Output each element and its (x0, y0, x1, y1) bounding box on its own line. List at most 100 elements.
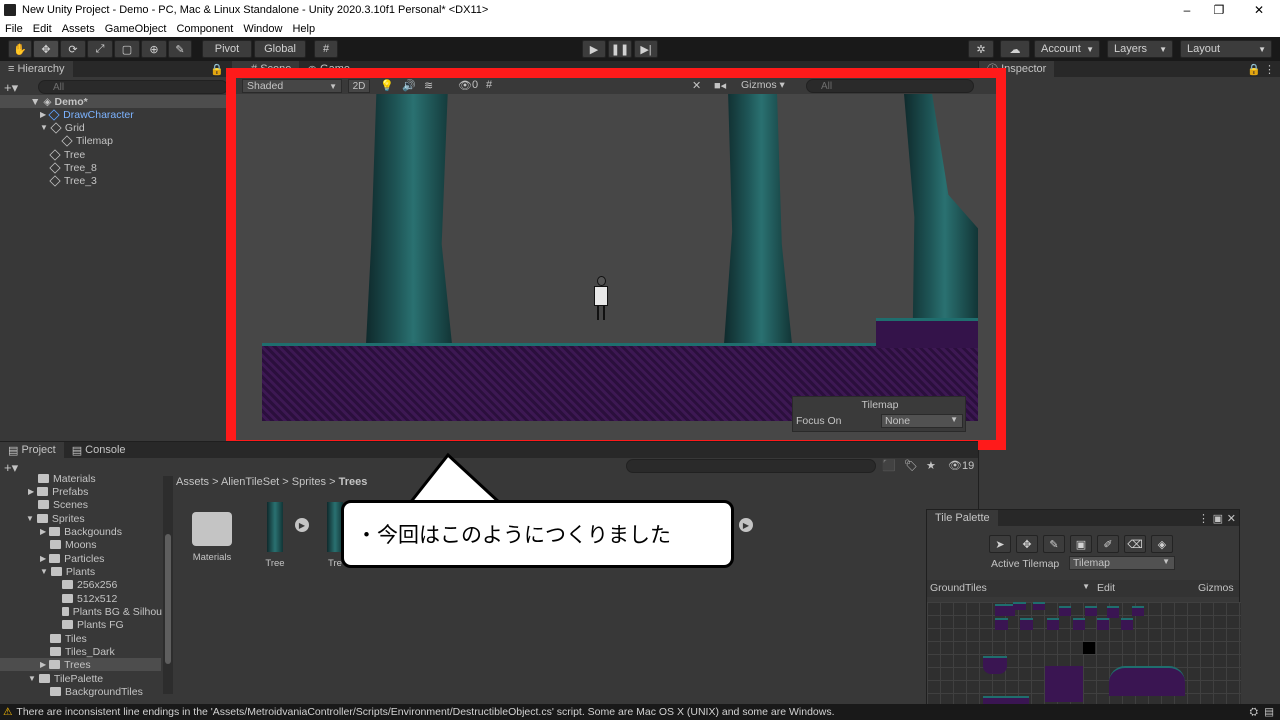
folder-row[interactable]: Moons (50, 538, 97, 551)
folder-row[interactable]: Tiles (50, 632, 87, 645)
palette-tile[interactable] (1045, 666, 1083, 702)
menu-edit[interactable]: Edit (28, 23, 57, 35)
palette-tile[interactable] (1097, 618, 1109, 630)
create-button[interactable]: +▾ (4, 80, 18, 96)
progress-icon[interactable]: ⛭ (1250, 706, 1258, 719)
palette-tile[interactable] (1047, 618, 1059, 630)
transform-tool-icon[interactable]: ⊕ (141, 40, 167, 58)
palette-tile[interactable] (1107, 606, 1119, 618)
hierarchy-item-tilemap[interactable]: Tilemap (0, 134, 113, 147)
scrollbar-thumb[interactable] (165, 534, 171, 664)
notification-icon[interactable]: ▤ (1264, 706, 1274, 718)
tab-project[interactable]: ▤ Project (0, 442, 64, 458)
palette-tile[interactable] (995, 604, 1015, 616)
folder-row[interactable]: ▶ Backgounds (40, 525, 122, 538)
layers-dropdown[interactable]: Layers ▼ (1107, 40, 1173, 58)
folder-row-selected[interactable]: ▶ Trees (0, 658, 161, 671)
maximize-button[interactable]: ❐ (1200, 0, 1238, 20)
palette-select-dropdown[interactable]: GroundTiles ▼ (930, 582, 1090, 594)
more-menu-icon[interactable]: ⋮ (1264, 63, 1275, 76)
scale-tool-icon[interactable]: ⤢ (87, 40, 113, 58)
account-dropdown[interactable]: Account ▼ (1034, 40, 1100, 58)
palette-tile[interactable] (1109, 666, 1185, 696)
folder-row[interactable]: Materials (38, 472, 96, 485)
move-tool-icon[interactable]: ✥ (33, 40, 59, 58)
breadcrumb-assets[interactable]: Assets (176, 476, 209, 488)
folder-row[interactable]: Tiles_Dark (50, 645, 115, 658)
folder-row[interactable]: ▶ Prefabs (28, 485, 88, 498)
palette-tile[interactable] (1013, 602, 1026, 610)
breadcrumb-trees[interactable]: Trees (339, 476, 368, 488)
tab-tile-palette[interactable]: Tile Palette (927, 510, 998, 526)
palette-tile[interactable] (1073, 618, 1085, 630)
maximize-icon[interactable]: ▣ (1213, 512, 1223, 525)
move-tool-icon[interactable]: ✥ (1016, 535, 1038, 553)
fill-tool-icon[interactable]: ◈ (1151, 535, 1173, 553)
palette-tile[interactable] (1132, 606, 1144, 616)
tab-console[interactable]: ▤ Console (64, 442, 134, 458)
hierarchy-item-tree[interactable]: Tree (0, 148, 85, 161)
hierarchy-item-tree-8[interactable]: Tree_8 (0, 161, 97, 174)
active-tilemap-dropdown[interactable]: Tilemap ▼ (1069, 556, 1175, 570)
hierarchy-item-tree-3[interactable]: Tree_3 (0, 174, 97, 187)
folder-row[interactable]: 512x512 (62, 592, 117, 605)
project-tree-scrollbar[interactable] (163, 476, 173, 694)
label-icon[interactable]: 🏷 (904, 459, 918, 472)
step-button[interactable]: ▶| (634, 40, 658, 58)
global-toggle[interactable]: Global (254, 40, 306, 58)
rect-tool-icon[interactable]: ▢ (114, 40, 140, 58)
asset-materials[interactable]: Materials (182, 502, 242, 563)
menu-component[interactable]: Component (171, 23, 238, 35)
rotate-tool-icon[interactable]: ⟳ (60, 40, 86, 58)
palette-gizmos-button[interactable]: Gizmos (1198, 582, 1234, 594)
brush-tool-icon[interactable]: ✎ (1043, 535, 1065, 553)
favorite-icon[interactable]: ★ (926, 459, 936, 472)
more-menu-icon[interactable]: ⋮ (1198, 512, 1209, 525)
palette-tile[interactable] (995, 618, 1008, 630)
menu-gameobject[interactable]: GameObject (100, 23, 172, 35)
palette-tile[interactable] (983, 656, 1007, 674)
close-icon[interactable]: ✕ (1227, 512, 1236, 525)
create-button[interactable]: +▾ (4, 460, 18, 476)
palette-tile[interactable] (1033, 602, 1045, 610)
palette-tile[interactable] (1020, 618, 1033, 630)
expand-sprite-icon[interactable]: ▶ (739, 518, 753, 532)
palette-tile[interactable] (1059, 606, 1071, 616)
menu-file[interactable]: File (0, 23, 28, 35)
palette-edit-button[interactable]: Edit (1097, 582, 1115, 594)
pause-button[interactable]: ❚❚ (608, 40, 632, 58)
hierarchy-item-drawcharacter[interactable]: ▶ DrawCharacter (0, 108, 134, 121)
project-search-input[interactable] (626, 459, 876, 473)
close-button[interactable]: ✕ (1240, 0, 1278, 20)
folder-row[interactable]: ▼ Sprites (26, 512, 85, 525)
hierarchy-scene-row[interactable]: ▼ ◈ Demo* (0, 95, 232, 108)
palette-tile[interactable] (1121, 618, 1133, 630)
collab-icon[interactable]: ✲ (968, 40, 994, 58)
breadcrumb-sprites[interactable]: Sprites (292, 476, 326, 488)
status-bar[interactable]: ⚠ There are inconsistent line endings in… (0, 704, 1280, 720)
palette-tile-grid[interactable] (927, 602, 1241, 720)
asset-tree[interactable]: Tree (245, 502, 305, 569)
cloud-icon[interactable]: ☁ (1000, 40, 1030, 58)
box-fill-tool-icon[interactable]: ▣ (1070, 535, 1092, 553)
folder-row[interactable]: ▶ Particles (40, 552, 104, 565)
menu-assets[interactable]: Assets (57, 23, 100, 35)
filter-type-icon[interactable]: ⬛ (882, 459, 896, 472)
folder-row[interactable]: ▼ TilePalette (28, 672, 103, 685)
folder-row[interactable]: ▼ Plants (40, 565, 95, 578)
hierarchy-item-grid[interactable]: ▼ Grid (0, 121, 85, 134)
lock-icon[interactable]: 🔒 (210, 63, 224, 76)
folder-row[interactable]: BackgroundTiles (50, 685, 143, 698)
breadcrumb-alientileset[interactable]: AlienTileSet (221, 476, 279, 488)
folder-row[interactable]: Scenes (38, 498, 88, 511)
folder-row[interactable]: Plants FG (62, 618, 124, 631)
layout-dropdown[interactable]: Layout ▼ (1180, 40, 1272, 58)
play-button[interactable]: ▶ (582, 40, 606, 58)
picker-tool-icon[interactable]: ✐ (1097, 535, 1119, 553)
grid-snap-icon[interactable]: # (314, 40, 338, 58)
hierarchy-search-input[interactable]: All (38, 80, 228, 94)
custom-tool-icon[interactable]: ✎ (168, 40, 192, 58)
folder-row[interactable]: 256x256 (62, 578, 117, 591)
hand-tool-icon[interactable]: ✋ (8, 40, 32, 58)
lock-icon[interactable]: 🔒 (1247, 63, 1261, 76)
